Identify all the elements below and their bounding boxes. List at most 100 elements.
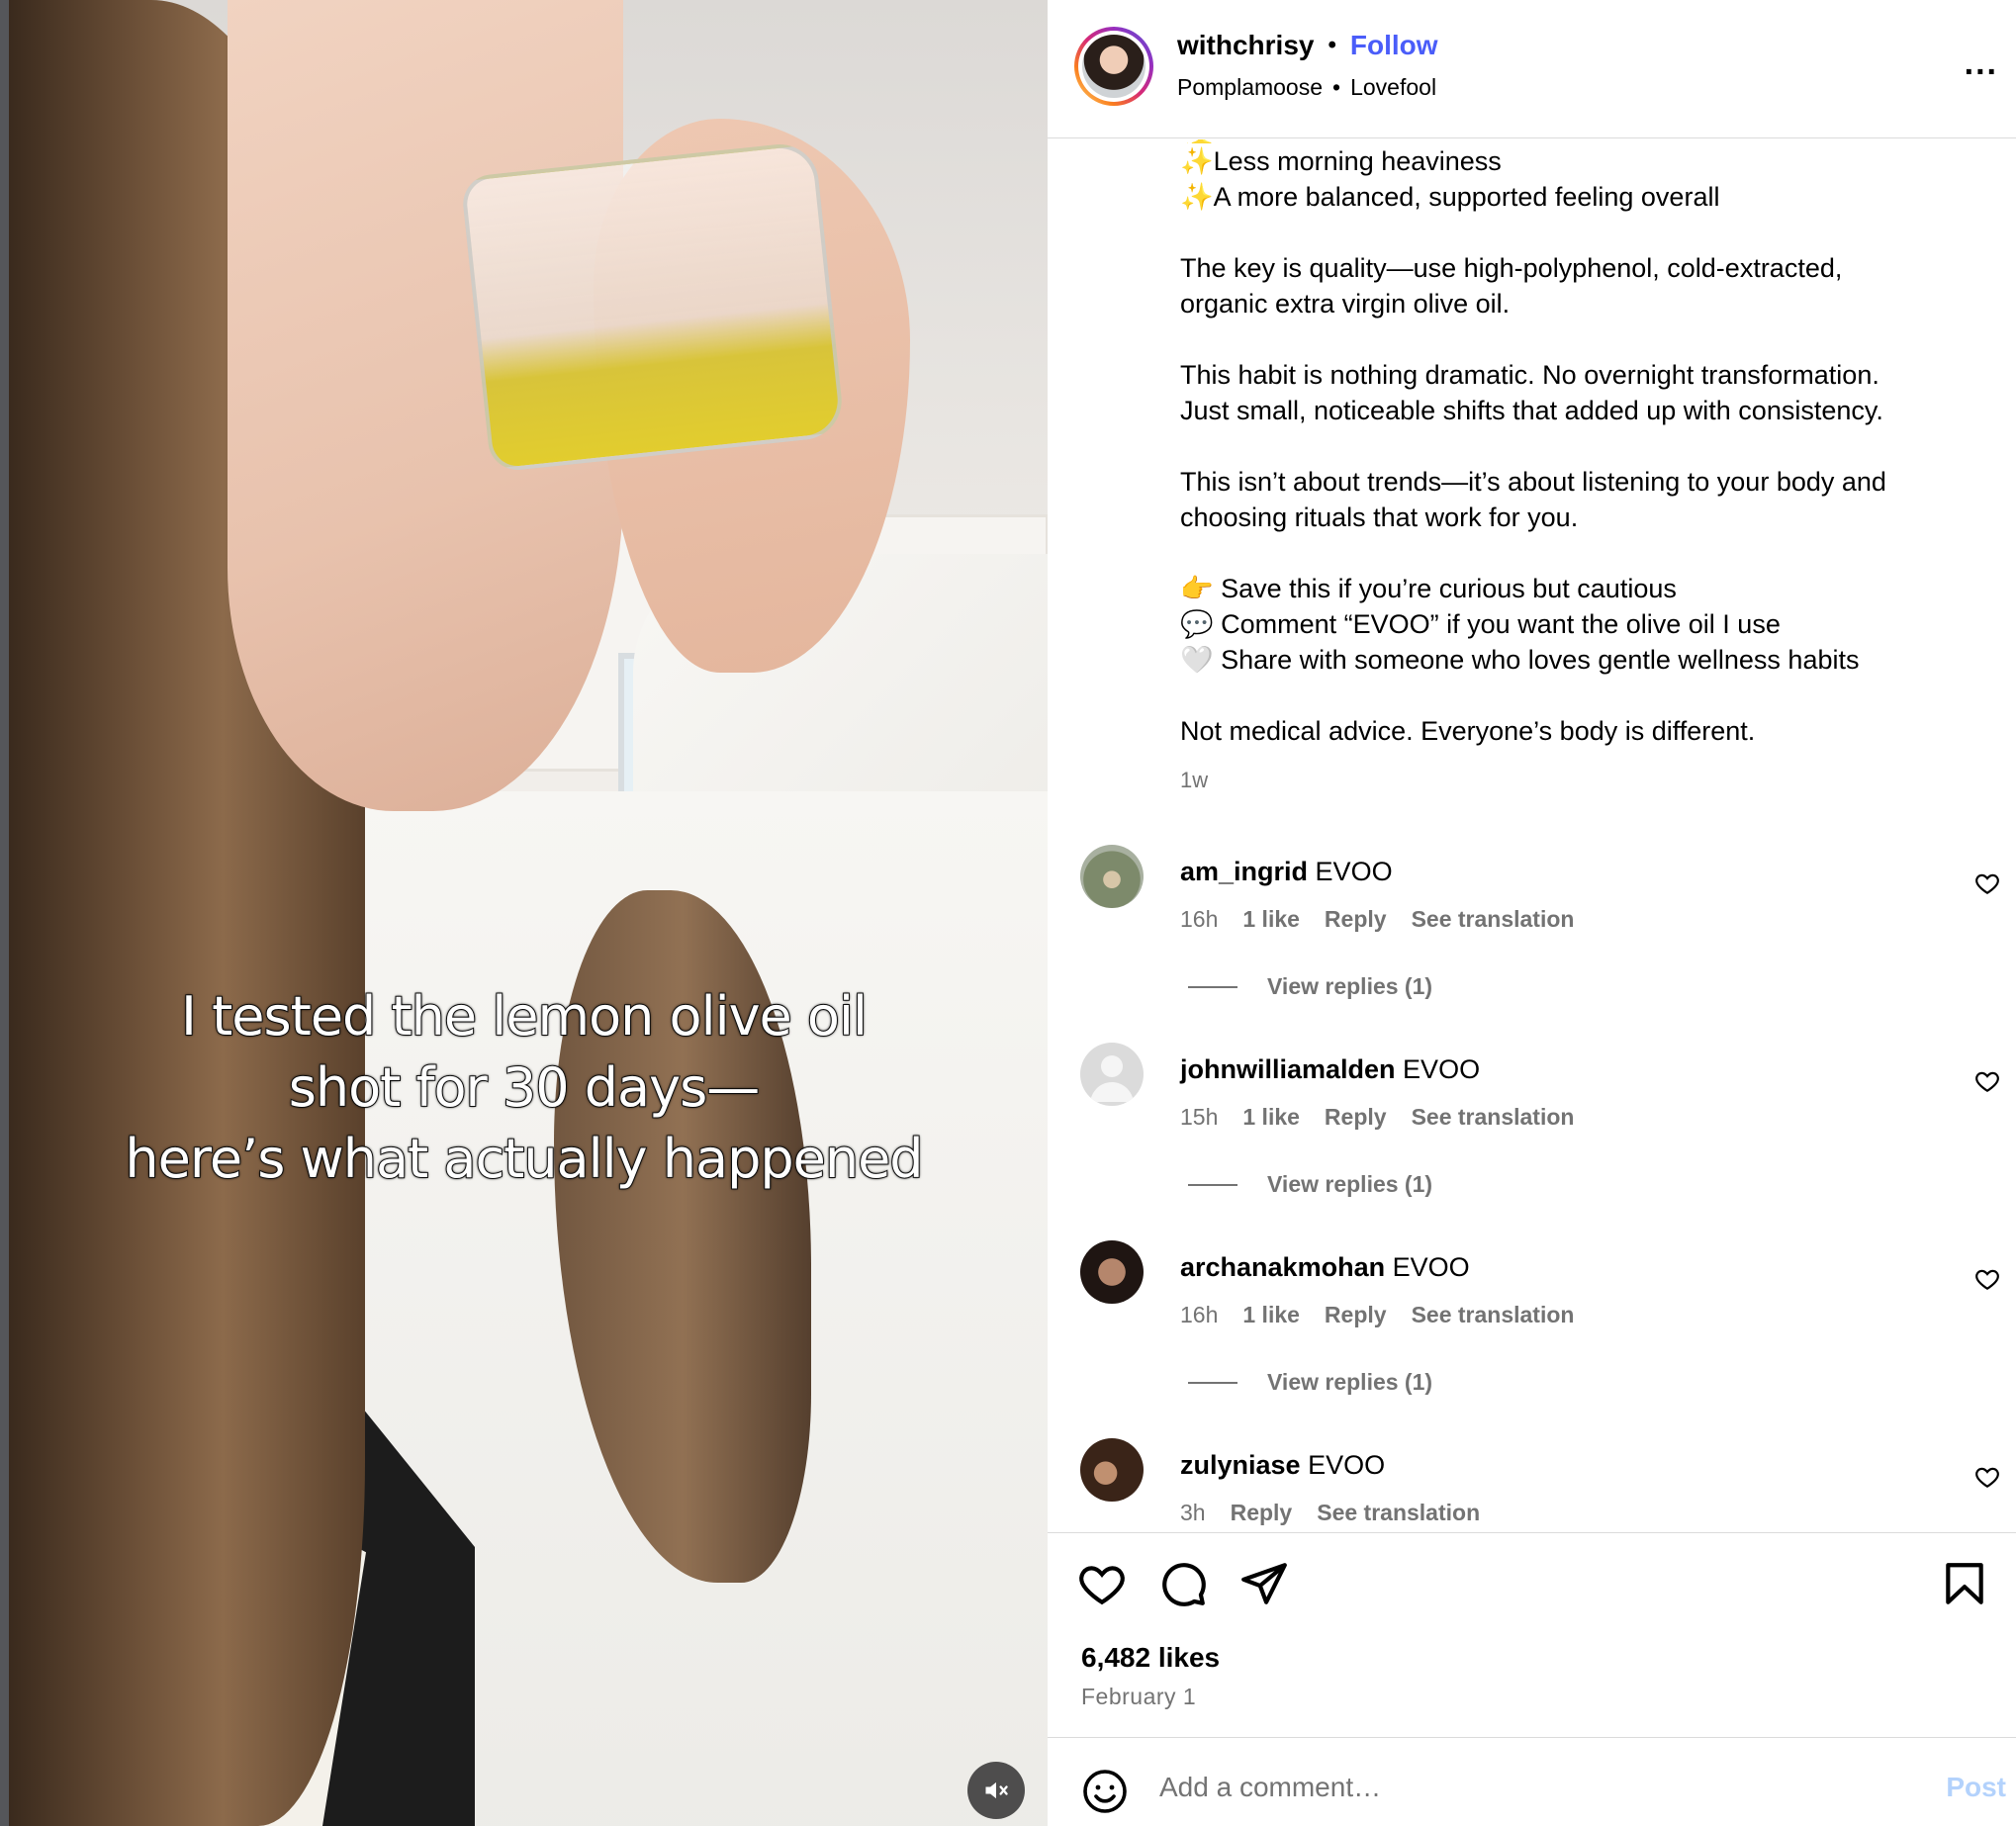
commenter-avatar[interactable] [1080, 1438, 1144, 1502]
comment-item: am_ingrid EVOO 16h 1 like Reply See tran… [1048, 845, 2016, 1043]
caption-line: The key is quality—use high-polyphenol, … [1180, 253, 1843, 283]
post-time-ago[interactable]: 1w [1180, 768, 1208, 793]
view-replies-button[interactable]: View replies (1) [1188, 973, 1432, 1000]
comment-meta: 3h Reply See translation [1180, 1500, 1480, 1526]
comment-time: 16h [1180, 1302, 1219, 1327]
reply-button[interactable]: Reply [1325, 1104, 1387, 1131]
replies-rule [1188, 985, 1237, 988]
see-translation-button[interactable]: See translation [1317, 1500, 1480, 1526]
video-caption-overlay: I tested the lemon olive oil shot for 30… [0, 981, 1048, 1195]
default-avatar-icon[interactable] [1080, 1043, 1144, 1106]
comment-likes[interactable]: 1 like [1242, 1104, 1300, 1131]
see-translation-button[interactable]: See translation [1412, 906, 1575, 933]
caption-line: organic extra virgin olive oil. [1180, 289, 1511, 319]
post-header: withchrisy • Follow Pomplamoose • Lovefo… [1048, 0, 2016, 138]
view-replies-label: View replies (1) [1267, 973, 1433, 999]
view-replies-button[interactable]: View replies (1) [1188, 1369, 1432, 1396]
comment-time: 3h [1180, 1500, 1206, 1525]
commenter-avatar[interactable] [1080, 1240, 1144, 1304]
comment-heart-icon[interactable] [1974, 1266, 2000, 1292]
video-caption-line: I tested the lemon olive oil [180, 984, 869, 1049]
comment-body: EVOO [1403, 1054, 1481, 1084]
speaker-muted-icon [985, 1781, 1008, 1799]
post-caption: ✨ ✨Less morning heaviness ✨A more balanc… [1180, 139, 1971, 749]
paper-plane-icon[interactable] [1239, 1559, 1289, 1608]
author-avatar-photo [1082, 35, 1145, 98]
comment-text: am_ingrid EVOO [1180, 857, 1393, 887]
caption-line: This isn’t about trends—it’s about liste… [1180, 467, 1886, 497]
reply-button[interactable]: Reply [1325, 906, 1387, 933]
comment-item: johnwilliamalden EVOO 15h 1 like Reply S… [1048, 1043, 2016, 1240]
comment-likes[interactable]: 1 like [1242, 1302, 1300, 1328]
media-edge [0, 0, 9, 1826]
audio-info[interactable]: Pomplamoose • Lovefool [1177, 74, 1436, 101]
comment-body: EVOO [1392, 1252, 1470, 1282]
audio-artist[interactable]: Pomplamoose [1177, 74, 1323, 101]
caption-line: ✨Less morning heaviness [1180, 146, 1502, 176]
comment-username[interactable]: zulyniase [1180, 1450, 1301, 1480]
post-comment-button[interactable]: Post [1946, 1772, 2006, 1803]
comment-body: EVOO [1315, 857, 1393, 886]
bookmark-icon[interactable] [1940, 1559, 1989, 1608]
author-row: withchrisy • Follow [1177, 30, 1438, 61]
comment-item: zulyniase EVOO 3h Reply See translation [1048, 1438, 2016, 1532]
more-options-icon[interactable]: ... [1965, 46, 1998, 80]
follow-button[interactable]: Follow [1350, 30, 1438, 61]
comment-heart-icon[interactable] [1974, 1464, 2000, 1490]
comment-likes[interactable]: 1 like [1242, 906, 1300, 933]
user-silhouette-icon [1090, 1055, 1134, 1102]
commenter-avatar[interactable] [1080, 845, 1144, 908]
comments-scroll-area[interactable]: ✨ ✨Less morning heaviness ✨A more balanc… [1048, 139, 2016, 1532]
view-replies-button[interactable]: View replies (1) [1188, 1171, 1432, 1198]
comment-heart-icon[interactable] [1974, 1068, 2000, 1094]
comment-time: 16h [1180, 906, 1219, 932]
comment-body: EVOO [1308, 1450, 1386, 1480]
replies-rule [1188, 1183, 1237, 1186]
comment-meta: 15h 1 like Reply See translation [1180, 1104, 1574, 1131]
comment-text: archanakmohan EVOO [1180, 1252, 1470, 1283]
comment-meta: 16h 1 like Reply See translation [1180, 906, 1574, 933]
reply-button[interactable]: Reply [1231, 1500, 1293, 1526]
author-avatar[interactable] [1074, 27, 1153, 106]
post-video[interactable]: I tested the lemon olive oil shot for 30… [0, 0, 1048, 1826]
post-date[interactable]: February 1 [1081, 1684, 1196, 1710]
comment-input[interactable] [1159, 1760, 1852, 1815]
comment-text: johnwilliamalden EVOO [1180, 1054, 1480, 1085]
comment-username[interactable]: archanakmohan [1180, 1252, 1385, 1282]
comment-heart-icon[interactable] [1974, 870, 2000, 896]
comment-username[interactable]: johnwilliamalden [1180, 1054, 1396, 1084]
see-translation-button[interactable]: See translation [1412, 1104, 1575, 1131]
caption-line: 💬 Comment “EVOO” if you want the olive o… [1180, 609, 1781, 639]
replies-rule [1188, 1381, 1237, 1384]
sparkle-icon: ✨ [1180, 182, 1214, 212]
separator-dot: • [1328, 32, 1336, 58]
caption-line: 👉 Save this if you’re curious but cautio… [1180, 574, 1677, 603]
caption-line: Not medical advice. Everyone’s body is d… [1180, 716, 1756, 746]
comment-meta: 16h 1 like Reply See translation [1180, 1302, 1574, 1328]
comment-bubble-icon[interactable] [1158, 1559, 1208, 1608]
view-replies-label: View replies (1) [1267, 1171, 1433, 1197]
reply-button[interactable]: Reply [1325, 1302, 1387, 1328]
comment-username[interactable]: am_ingrid [1180, 857, 1308, 886]
comment-item: archanakmohan EVOO 16h 1 like Reply See … [1048, 1240, 2016, 1438]
see-translation-button[interactable]: See translation [1412, 1302, 1575, 1328]
mute-button[interactable] [967, 1762, 1025, 1819]
view-replies-label: View replies (1) [1267, 1369, 1433, 1395]
video-caption-line: shot for 30 days— [288, 1055, 762, 1120]
audio-title[interactable]: Lovefool [1350, 74, 1436, 101]
post-actions: 6,482 likes February 1 [1048, 1532, 2016, 1730]
caption-line: ✨A more balanced, supported feeling over… [1180, 182, 1720, 212]
author-username[interactable]: withchrisy [1177, 30, 1314, 61]
caption-line: choosing rituals that work for you. [1180, 502, 1579, 532]
comment-text: zulyniase EVOO [1180, 1450, 1385, 1481]
sparkle-icon: ✨ [1180, 146, 1214, 176]
smiley-icon[interactable] [1081, 1768, 1129, 1815]
caption-line: Just small, noticeable shifts that added… [1180, 396, 1883, 425]
likes-count[interactable]: 6,482 likes [1081, 1642, 1220, 1674]
caption-line: This habit is nothing dramatic. No overn… [1180, 360, 1879, 390]
olive-oil-glass [460, 140, 846, 473]
comment-time: 15h [1180, 1104, 1219, 1130]
heart-icon[interactable] [1077, 1559, 1127, 1608]
post-panel: withchrisy • Follow Pomplamoose • Lovefo… [1048, 0, 2016, 1826]
add-comment-bar: Post [1048, 1737, 2016, 1826]
